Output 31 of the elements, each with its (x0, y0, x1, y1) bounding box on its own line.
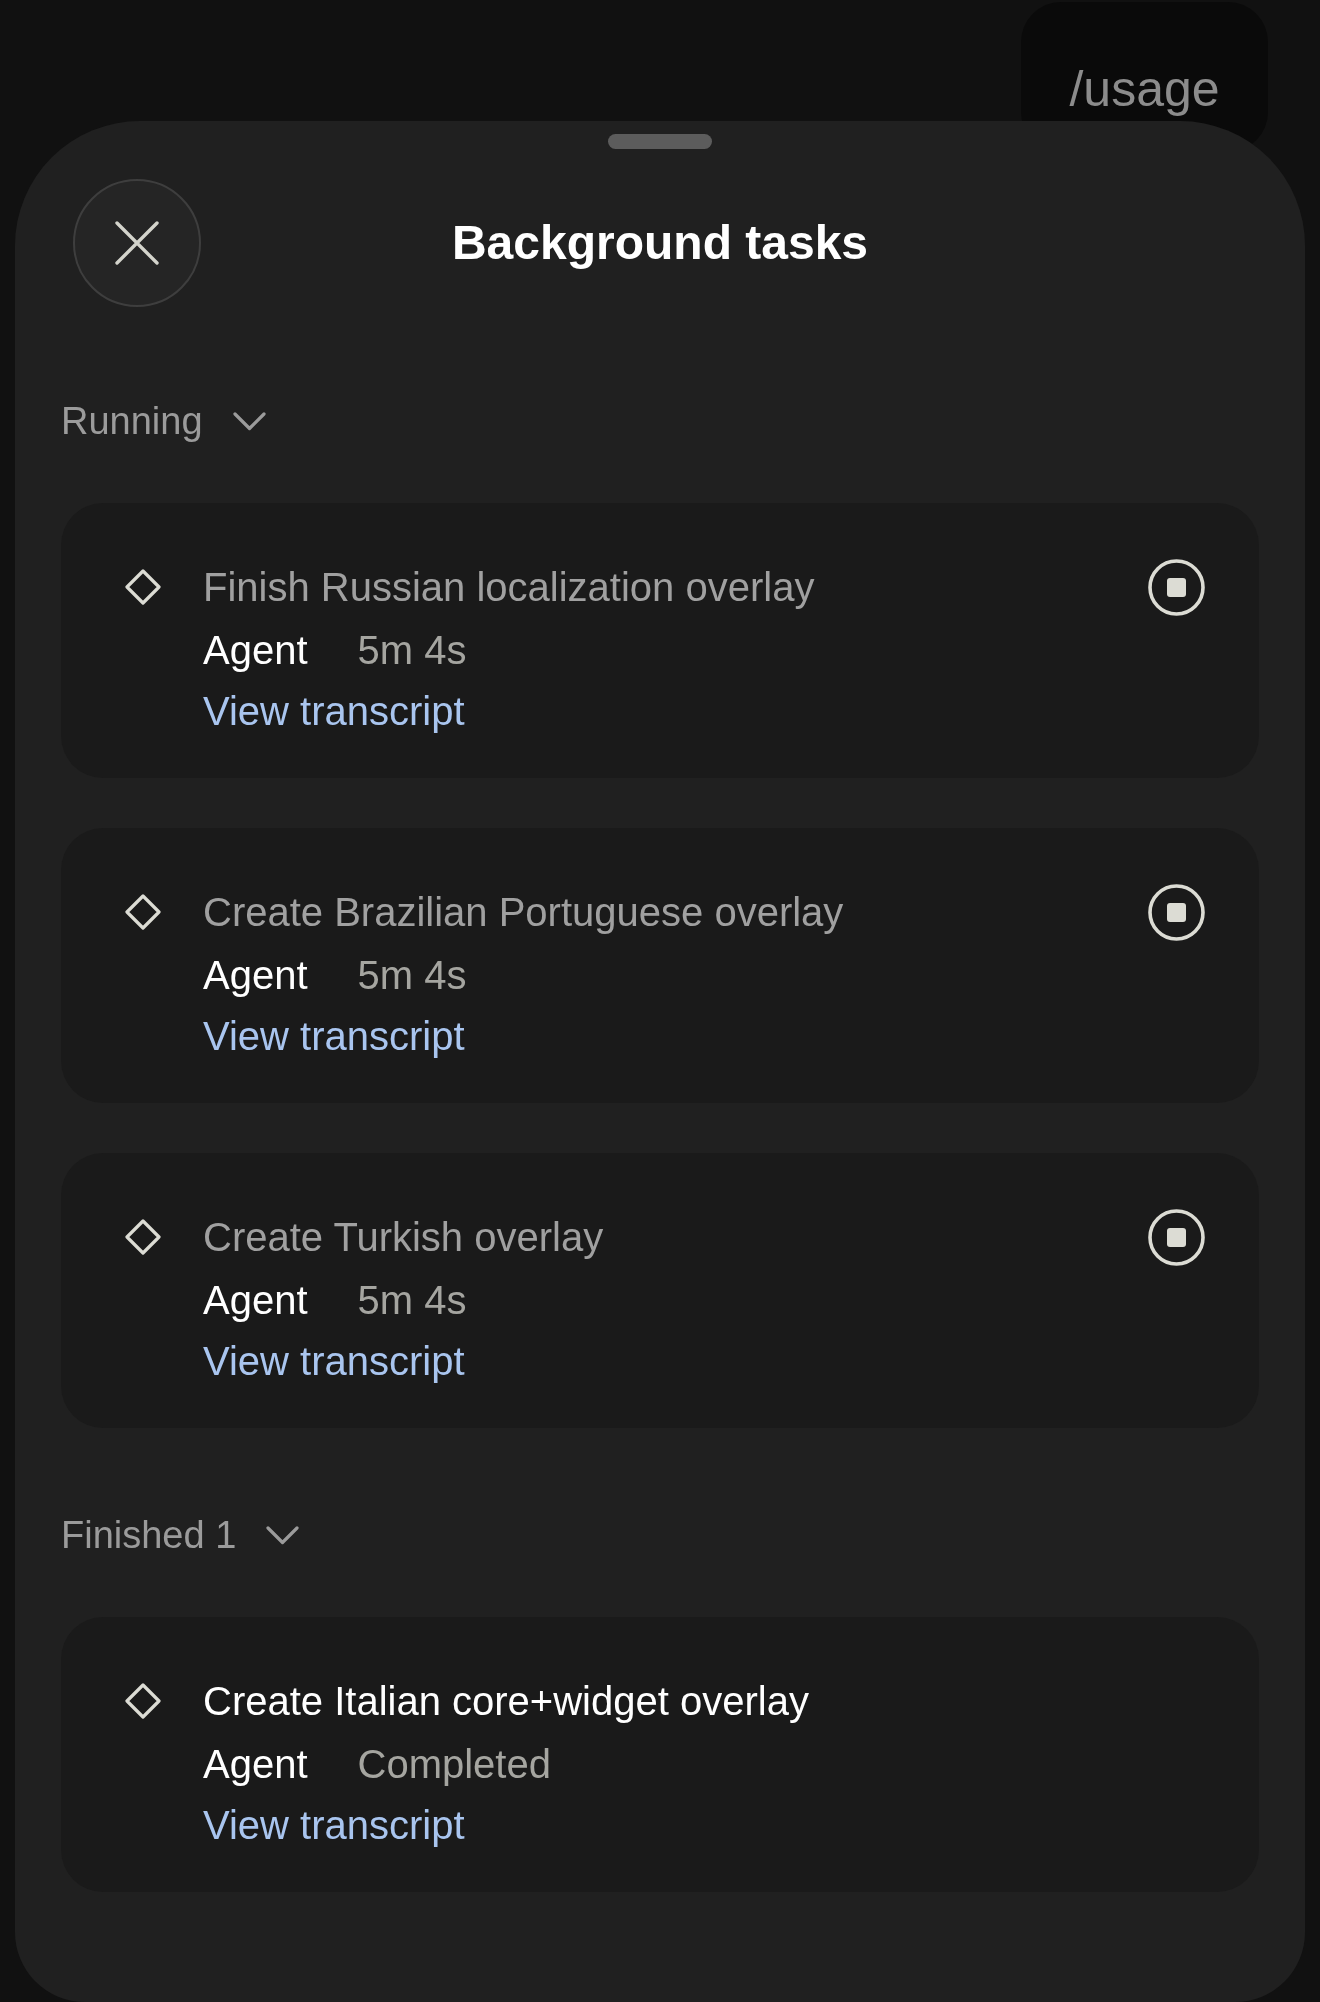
task-status: 5m 4s (357, 952, 467, 999)
sheet-title: Background tasks (451, 215, 869, 271)
diamond-icon (125, 894, 161, 930)
drag-handle[interactable] (608, 134, 712, 149)
task-status: 5m 4s (357, 1277, 467, 1324)
task-title: Create Brazilian Portuguese overlay (203, 889, 845, 936)
stop-button[interactable] (1148, 883, 1205, 941)
diamond-icon (125, 569, 161, 605)
stop-icon (1148, 558, 1205, 616)
task-title: Create Turkish overlay (203, 1214, 605, 1261)
view-transcript-link[interactable]: View transcript (203, 681, 465, 741)
agent-label: Agent (203, 1741, 308, 1788)
stop-icon (1148, 883, 1205, 941)
view-transcript-link[interactable]: View transcript (203, 1006, 465, 1066)
task-title: Finish Russian localization overlay (203, 564, 816, 611)
stop-button[interactable] (1148, 558, 1205, 616)
diamond-icon (125, 1219, 161, 1255)
view-transcript-link[interactable]: View transcript (203, 1795, 465, 1855)
view-transcript-link[interactable]: View transcript (203, 1331, 465, 1391)
close-icon (115, 221, 159, 265)
agent-label: Agent (203, 1277, 308, 1324)
section-toggle[interactable]: Running (61, 396, 266, 446)
diamond-icon (125, 1683, 161, 1719)
task-title: Create Italian core+widget overlay (203, 1678, 810, 1725)
agent-label: Agent (203, 627, 308, 674)
agent-label: Agent (203, 952, 308, 999)
task-status: 5m 4s (357, 627, 467, 674)
stop-button[interactable] (1148, 1208, 1205, 1266)
task-status: Completed (357, 1741, 551, 1788)
stop-icon (1148, 1208, 1205, 1266)
section-toggle[interactable]: Finished 1 (61, 1510, 300, 1560)
